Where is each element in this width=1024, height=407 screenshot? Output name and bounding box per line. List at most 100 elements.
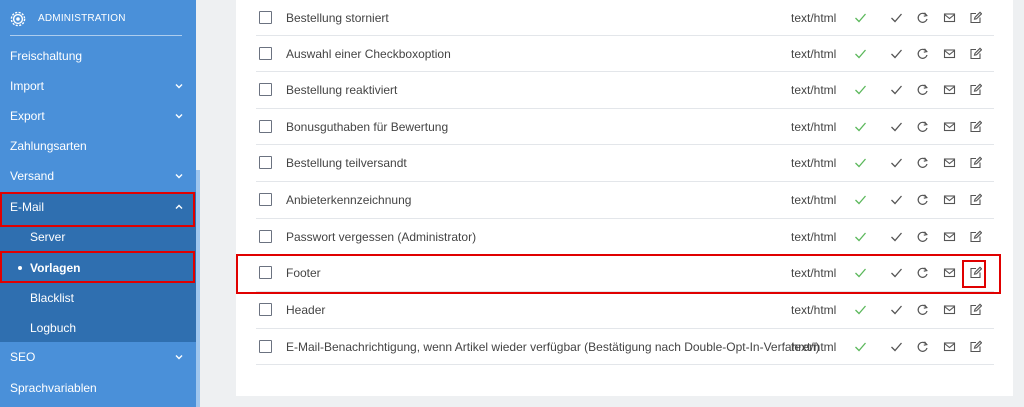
mail-icon[interactable] — [943, 11, 956, 24]
refresh-icon[interactable] — [916, 11, 929, 24]
refresh-icon[interactable] — [916, 156, 929, 169]
submenu-item-vorlagen[interactable]: Vorlagen — [0, 253, 196, 283]
row-checkbox[interactable] — [259, 303, 272, 316]
table-row: Bonusguthaben für Bewertung text/html — [256, 109, 994, 145]
submenu-item-blacklist[interactable]: Blacklist — [0, 283, 196, 313]
sidebar-scrollbar[interactable] — [196, 170, 200, 407]
row-checkbox[interactable] — [259, 266, 272, 279]
submenu-item-label: Vorlagen — [30, 261, 81, 275]
table-row: Passwort vergessen (Administrator) text/h… — [256, 219, 994, 255]
mail-icon[interactable] — [943, 120, 956, 133]
chevron-up-icon — [175, 204, 183, 209]
sidebar-item-label: Versand — [10, 169, 55, 183]
submenu-item-logbuch[interactable]: Logbuch — [0, 313, 196, 343]
check-icon[interactable] — [890, 83, 903, 96]
check-icon[interactable] — [890, 266, 903, 279]
row-checkbox[interactable] — [259, 156, 272, 169]
sidebar-item-seo[interactable]: SEO — [0, 342, 196, 372]
row-checkbox[interactable] — [259, 120, 272, 133]
mail-icon[interactable] — [943, 83, 956, 96]
check-icon[interactable] — [854, 83, 867, 96]
template-type: text/html — [791, 156, 837, 170]
check-icon[interactable] — [890, 340, 903, 353]
edit-icon[interactable] — [969, 266, 982, 279]
check-icon[interactable] — [854, 266, 867, 279]
mail-icon[interactable] — [943, 303, 956, 316]
edit-icon[interactable] — [969, 120, 982, 133]
refresh-icon[interactable] — [916, 193, 929, 206]
check-icon[interactable] — [854, 340, 867, 353]
refresh-icon[interactable] — [916, 230, 929, 243]
refresh-icon[interactable] — [916, 340, 929, 353]
submenu-item-server[interactable]: Server — [0, 222, 196, 252]
template-name: Footer — [286, 266, 321, 280]
edit-icon[interactable] — [969, 156, 982, 169]
check-icon[interactable] — [854, 230, 867, 243]
refresh-icon[interactable] — [916, 266, 929, 279]
template-type: text/html — [791, 303, 837, 317]
check-icon[interactable] — [854, 193, 867, 206]
mail-icon[interactable] — [943, 193, 956, 206]
mail-icon[interactable] — [943, 230, 956, 243]
refresh-icon[interactable] — [916, 47, 929, 60]
sidebar-item-export[interactable]: Export — [0, 101, 196, 131]
refresh-icon[interactable] — [916, 120, 929, 133]
chevron-down-icon — [175, 114, 183, 119]
check-icon[interactable] — [854, 47, 867, 60]
template-type: text/html — [791, 193, 837, 207]
sidebar-title: ADMINISTRATION — [38, 13, 126, 24]
sidebar-item-sprachvariablen[interactable]: Sprachvariablen — [0, 373, 196, 403]
sidebar-item-label: SEO — [10, 350, 36, 364]
edit-icon[interactable] — [969, 193, 982, 206]
check-icon[interactable] — [890, 230, 903, 243]
table-row: Bestellung reaktiviert text/html — [256, 72, 994, 109]
edit-icon[interactable] — [969, 303, 982, 316]
template-type: text/html — [791, 266, 837, 280]
row-checkbox[interactable] — [259, 193, 272, 206]
template-name: Bestellung reaktiviert — [286, 83, 398, 97]
check-icon[interactable] — [854, 156, 867, 169]
sidebar: ADMINISTRATION Freischaltung Import Expo… — [0, 0, 196, 407]
refresh-icon[interactable] — [916, 303, 929, 316]
sidebar-item-versand[interactable]: Versand — [0, 161, 196, 191]
sidebar-item-zahlungsarten[interactable]: Zahlungsarten — [0, 131, 196, 161]
check-icon[interactable] — [890, 11, 903, 24]
check-icon[interactable] — [890, 193, 903, 206]
sidebar-item-import[interactable]: Import — [0, 71, 196, 101]
template-type: text/html — [791, 83, 837, 97]
template-name: Auswahl einer Checkboxoption — [286, 47, 451, 61]
template-type: text/html — [791, 47, 837, 61]
edit-icon[interactable] — [969, 340, 982, 353]
check-icon[interactable] — [854, 11, 867, 24]
mail-icon[interactable] — [943, 340, 956, 353]
row-checkbox[interactable] — [259, 340, 272, 353]
gear-icon — [10, 11, 26, 27]
check-icon[interactable] — [890, 120, 903, 133]
template-name: Bonusguthaben für Bewertung — [286, 120, 449, 134]
sidebar-item-email[interactable]: E-Mail — [0, 192, 196, 222]
edit-icon[interactable] — [969, 11, 982, 24]
check-icon[interactable] — [890, 47, 903, 60]
row-checkbox[interactable] — [259, 83, 272, 96]
edit-icon[interactable] — [969, 47, 982, 60]
row-checkbox[interactable] — [259, 11, 272, 24]
template-name: E-Mail-Benachrichtigung, wenn Artikel wi… — [286, 340, 820, 354]
mail-icon[interactable] — [943, 266, 956, 279]
check-icon[interactable] — [854, 120, 867, 133]
row-checkbox[interactable] — [259, 230, 272, 243]
table-row: E-Mail-Benachrichtigung, wenn Artikel wi… — [256, 329, 994, 365]
mail-icon[interactable] — [943, 156, 956, 169]
template-name: Bestellung storniert — [286, 11, 389, 25]
edit-icon[interactable] — [969, 83, 982, 96]
table-row: Auswahl einer Checkboxoption text/html — [256, 36, 994, 72]
mail-icon[interactable] — [943, 47, 956, 60]
sidebar-item-label: Sprachvariablen — [10, 381, 97, 395]
sidebar-item-freischaltung[interactable]: Freischaltung — [0, 41, 196, 71]
check-icon[interactable] — [890, 156, 903, 169]
check-icon[interactable] — [890, 303, 903, 316]
row-checkbox[interactable] — [259, 47, 272, 60]
check-icon[interactable] — [854, 303, 867, 316]
edit-icon[interactable] — [969, 230, 982, 243]
refresh-icon[interactable] — [916, 83, 929, 96]
template-name: Header — [286, 303, 326, 317]
